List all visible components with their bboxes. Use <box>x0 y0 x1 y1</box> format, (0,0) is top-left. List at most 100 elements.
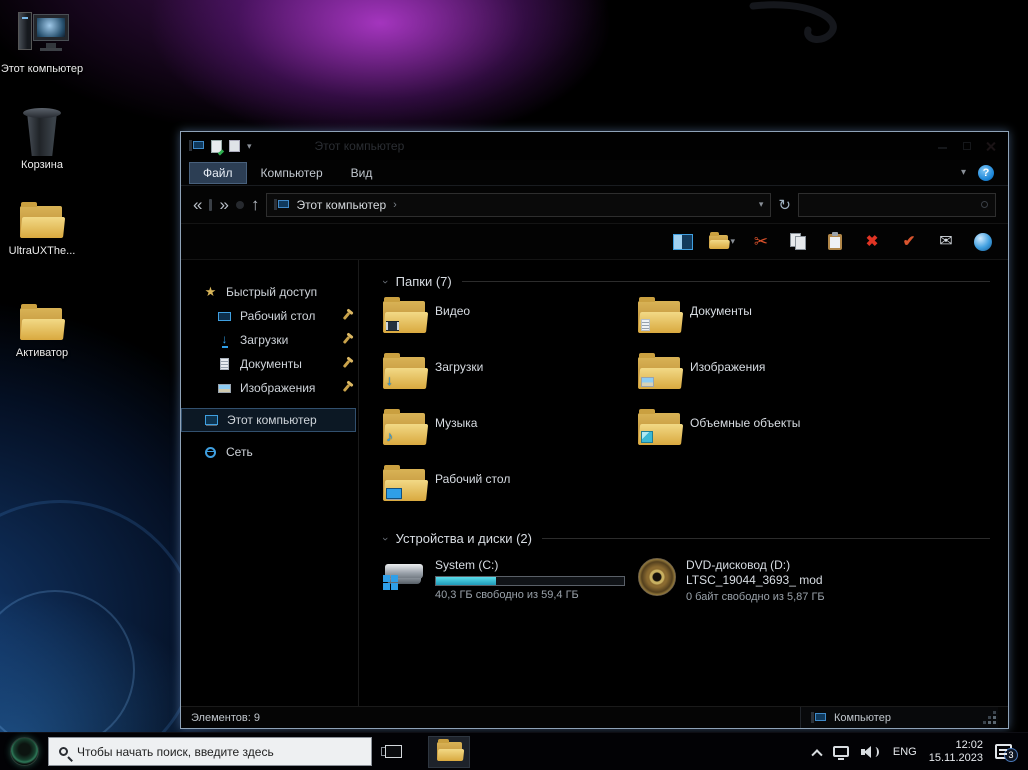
qat-dropdown-chevron-icon[interactable]: ▾ <box>247 141 252 152</box>
start-button[interactable] <box>0 733 48 770</box>
section-title: Устройства и диски (2) <box>396 531 532 546</box>
delete-button[interactable]: ✖ <box>861 230 883 254</box>
taskbar-explorer-button[interactable] <box>428 736 470 768</box>
folder-label: Загрузки <box>435 360 483 374</box>
action-center-icon[interactable]: 3 <box>995 744 1012 759</box>
sidebar-item-network[interactable]: Сеть <box>181 440 358 464</box>
windows-flag-icon <box>383 575 398 590</box>
address-computer-icon <box>274 199 289 211</box>
desktop-folder-icon <box>383 469 425 501</box>
ribbon-collapse-chevron-icon[interactable]: ▾ <box>961 167 966 178</box>
volume-icon[interactable] <box>861 745 881 759</box>
display-tray-icon[interactable] <box>833 746 849 757</box>
pin-icon <box>343 336 350 344</box>
sidebar-item-this-pc[interactable]: Этот компьютер <box>181 408 356 432</box>
address-text: Этот компьютер <box>296 198 386 212</box>
explorer-folder-icon <box>437 742 462 761</box>
paste-icon <box>828 233 842 251</box>
music-folder-icon: ♪ <box>383 413 425 445</box>
rename-button[interactable]: ✔ <box>898 230 920 254</box>
help-icon[interactable]: ? <box>978 165 994 181</box>
nav-separator <box>209 199 212 211</box>
folder-tile-downloads[interactable]: ↓ Загрузки <box>383 357 638 401</box>
desktop-icon-recycle-bin[interactable]: Корзина <box>0 106 84 172</box>
section-divider <box>542 538 990 539</box>
folder-label: Изображения <box>690 360 765 374</box>
hidden-icons-chevron-icon[interactable] <box>811 749 822 760</box>
pin-icon <box>343 360 350 368</box>
desktop-icon-activator[interactable]: Активатор <box>0 308 84 360</box>
background-swirl-decoration <box>735 0 865 56</box>
resize-grip[interactable] <box>993 721 996 724</box>
language-indicator[interactable]: ENG <box>893 746 917 758</box>
notification-badge: 3 <box>1004 748 1018 762</box>
collapse-chevron-icon: › <box>379 280 391 284</box>
address-bar[interactable]: Этот компьютер › ▾ <box>266 193 771 217</box>
window-title: Этот компьютер <box>315 139 405 153</box>
qat-computer-icon[interactable] <box>189 140 204 152</box>
folder-label: Объемные объекты <box>690 416 800 430</box>
forward-icon[interactable]: » <box>219 196 228 213</box>
cut-button[interactable]: ✂ <box>750 230 772 254</box>
taskbar-search-input[interactable] <box>77 745 361 759</box>
address-chevron-icon: › <box>393 199 397 211</box>
sidebar-item-label: Изображения <box>240 381 315 395</box>
maximize-button[interactable] <box>962 141 972 151</box>
new-folder-button[interactable]: ▾ <box>709 230 735 254</box>
downloads-folder-icon: ↓ <box>383 357 425 389</box>
folder-tile-documents[interactable]: Документы <box>638 301 990 345</box>
start-orb-icon <box>10 737 39 766</box>
clock-time: 12:02 <box>929 739 983 752</box>
recent-locations-icon[interactable] <box>236 201 244 209</box>
qat-file-icon[interactable] <box>229 140 240 152</box>
video-folder-icon <box>383 301 425 333</box>
folder-tile-video[interactable]: Видео <box>383 301 638 345</box>
mail-button[interactable]: ✉ <box>935 230 957 254</box>
status-item-count: Элементов: 9 <box>191 712 260 724</box>
devices-section-header[interactable]: › Устройства и диски (2) <box>383 531 990 546</box>
explorer-window: ▾ Этот компьютер Файл Компьютер Вид ▾ ? … <box>180 131 1009 729</box>
minimize-button[interactable] <box>938 141 948 151</box>
tab-file[interactable]: Файл <box>189 162 247 184</box>
task-view-button[interactable] <box>372 733 414 770</box>
taskbar-clock[interactable]: 12:02 15.11.2023 <box>929 739 983 765</box>
address-dropdown-icon[interactable]: ▾ <box>759 199 764 210</box>
refresh-icon[interactable]: ↻ <box>778 196 791 214</box>
drive-name: System (C:) <box>435 558 625 573</box>
explorer-search-box[interactable] <box>798 193 996 217</box>
qat-checkmark-file-icon[interactable] <box>211 140 222 153</box>
details-pane-button[interactable] <box>672 230 694 254</box>
sidebar-item-label: Сеть <box>226 445 253 459</box>
sidebar-item-desktop[interactable]: Рабочий стол <box>181 304 358 328</box>
network-button[interactable] <box>972 230 994 254</box>
search-icon <box>59 747 68 756</box>
drive-free-space: 0 байт свободно из 5,87 ГБ <box>686 590 825 605</box>
folders-section-header[interactable]: › Папки (7) <box>383 274 990 289</box>
3d-objects-folder-icon <box>638 413 680 445</box>
desktop-icon-this-pc[interactable]: Этот компьютер <box>0 10 84 76</box>
back-icon[interactable]: « <box>193 196 202 213</box>
desktop-icon-label: Этот компьютер <box>0 63 84 76</box>
drive-c-tile[interactable]: System (C:) 40,3 ГБ свободно из 59,4 ГБ <box>383 558 638 605</box>
tab-view[interactable]: Вид <box>337 162 387 184</box>
sidebar-item-downloads[interactable]: ↓ Загрузки <box>181 328 358 352</box>
folder-tile-pictures[interactable]: Изображения <box>638 357 990 401</box>
sidebar-item-documents[interactable]: Документы <box>181 352 358 376</box>
sidebar-item-pictures[interactable]: Изображения <box>181 376 358 400</box>
desktop-icon-ultraux[interactable]: UltraUXThe... <box>0 206 84 258</box>
folder-tile-3d-objects[interactable]: Объемные объекты <box>638 413 990 457</box>
status-bar: Элементов: 9 Компьютер <box>181 706 1008 728</box>
paste-button[interactable] <box>824 230 846 254</box>
disk-usage-bar-fill <box>436 577 496 585</box>
close-button[interactable] <box>986 141 996 151</box>
explorer-search-input[interactable] <box>806 198 981 212</box>
title-bar[interactable]: ▾ Этот компьютер <box>181 132 1008 160</box>
tab-computer[interactable]: Компьютер <box>247 162 337 184</box>
folder-tile-desktop[interactable]: Рабочий стол <box>383 469 638 513</box>
folder-tile-music[interactable]: ♪ Музыка <box>383 413 638 457</box>
sidebar-item-quick-access[interactable]: ★ Быстрый доступ <box>181 280 358 304</box>
up-icon[interactable]: ↑ <box>251 196 260 213</box>
drive-d-tile[interactable]: DVD-дисковод (D:) LTSC_19044_3693_ mod 0… <box>638 558 825 605</box>
taskbar-search-box[interactable] <box>48 737 372 766</box>
copy-button[interactable] <box>787 230 809 254</box>
